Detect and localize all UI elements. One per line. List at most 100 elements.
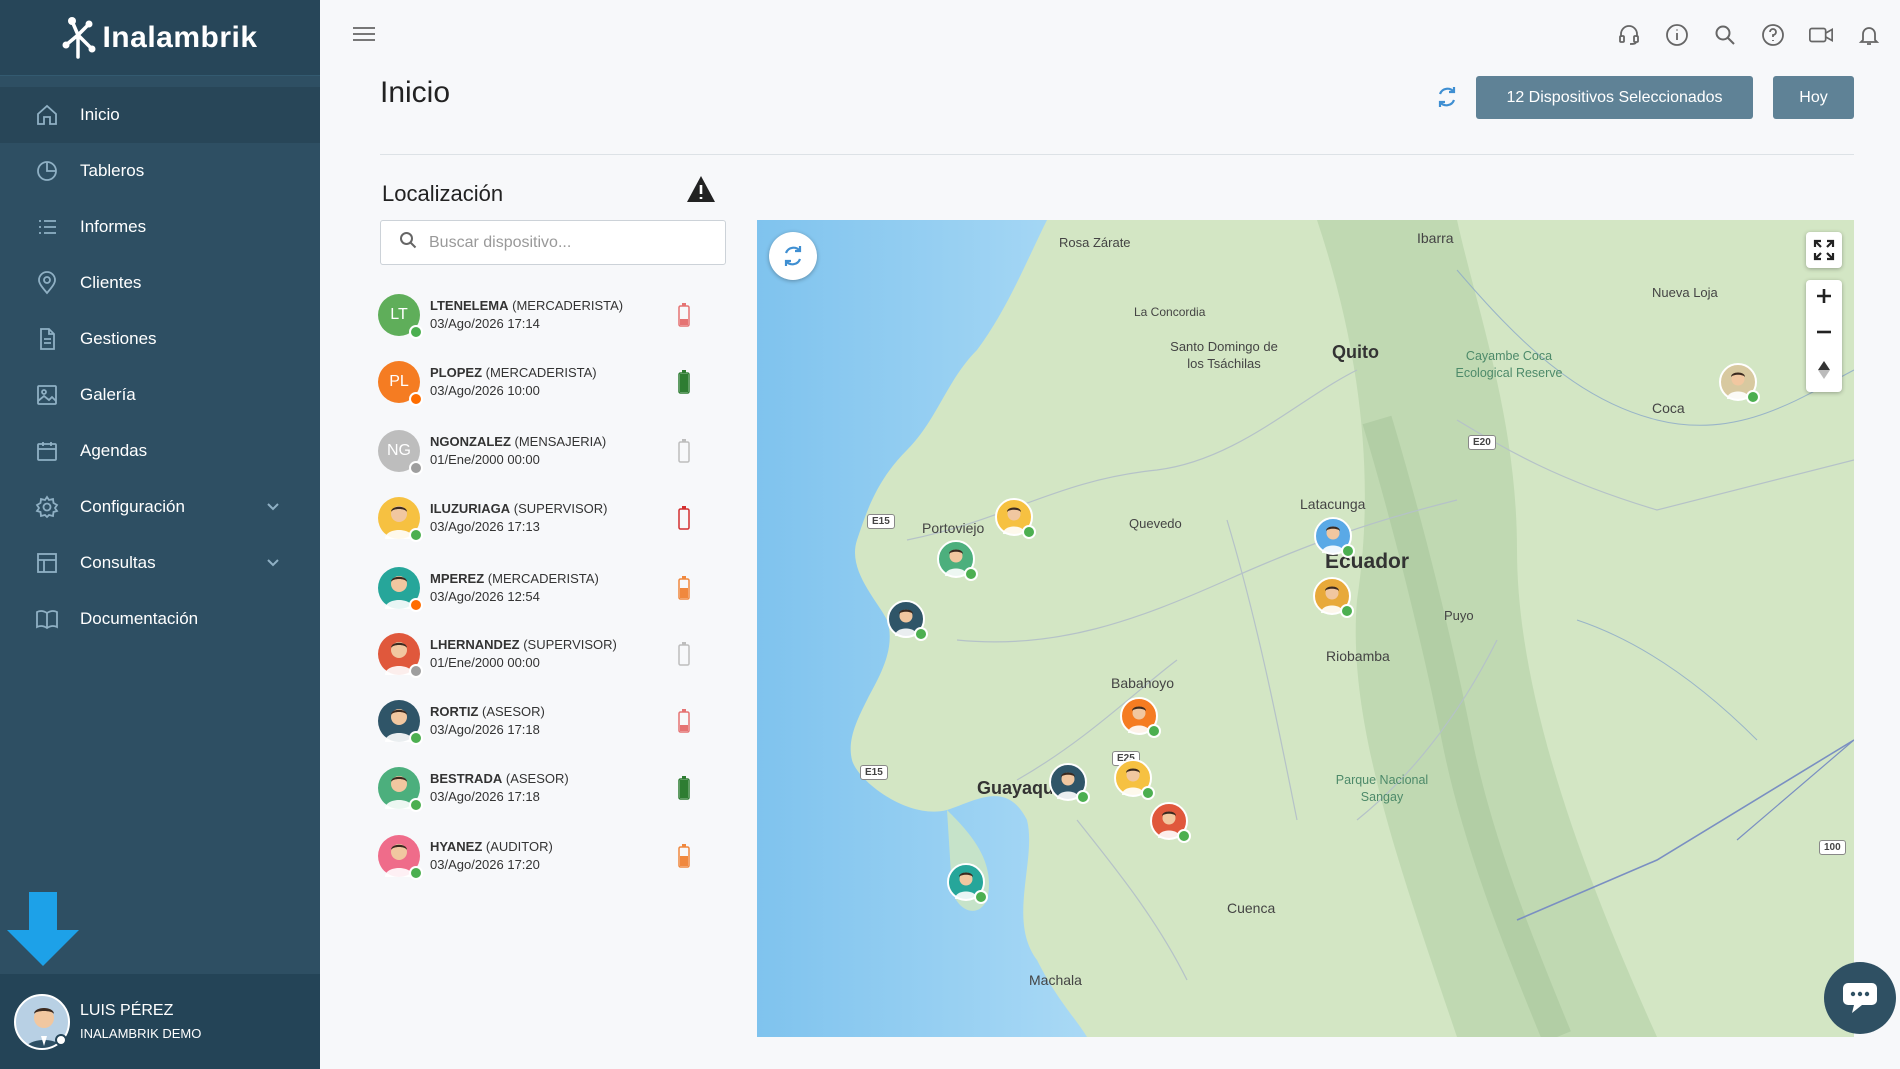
- chevron-down-icon[interactable]: [266, 499, 280, 519]
- sidebar-item-documentacion[interactable]: Documentación: [0, 591, 320, 647]
- today-button[interactable]: Hoy: [1773, 76, 1854, 119]
- device-date: 03/Ago/2026 12:54: [430, 589, 540, 604]
- sidebar-item-gestiones[interactable]: Gestiones: [0, 311, 320, 367]
- table-icon: [34, 550, 60, 576]
- fullscreen-icon[interactable]: [1806, 232, 1842, 268]
- device-name: PLOPEZ: [430, 365, 483, 380]
- sidebar-item-label: Tableros: [80, 161, 145, 180]
- map-pin[interactable]: [995, 498, 1036, 539]
- help-icon[interactable]: [1760, 22, 1786, 48]
- device-role: (ASESOR): [505, 771, 569, 786]
- warning-icon[interactable]: [686, 175, 716, 208]
- sidebar-item-consultas[interactable]: Consultas: [0, 535, 320, 591]
- list-item[interactable]: LHERNANDEZ (SUPERVISOR) 01/Ene/2000 00:00: [378, 629, 728, 679]
- battery-icon: [678, 303, 690, 332]
- device-search[interactable]: [380, 220, 726, 265]
- sidebar-item-informes[interactable]: Informes: [0, 199, 320, 255]
- device-date: 03/Ago/2026 17:20: [430, 857, 540, 872]
- map-pin[interactable]: [1150, 802, 1191, 843]
- zoom-out-icon[interactable]: [1815, 323, 1833, 346]
- map-label: Nueva Loja: [1652, 285, 1718, 300]
- map-pin[interactable]: [1719, 363, 1760, 404]
- selected-devices-button[interactable]: 12 Dispositivos Seleccionados: [1476, 76, 1753, 119]
- search-input[interactable]: [429, 233, 709, 252]
- device-date: 03/Ago/2026 10:00: [430, 383, 540, 398]
- avatar: PL: [378, 361, 423, 406]
- sidebar-item-label: Configuración: [80, 497, 185, 516]
- device-role: (MERCADERISTA): [485, 365, 597, 380]
- map-refresh-button[interactable]: [769, 232, 817, 280]
- compass-icon[interactable]: [1817, 360, 1831, 385]
- device-name: BESTRADA: [430, 771, 503, 786]
- menu-icon[interactable]: [352, 24, 376, 49]
- avatar: LT: [378, 294, 423, 339]
- avatar: [378, 633, 423, 678]
- map-label: Coca: [1652, 400, 1685, 416]
- list-item[interactable]: HYANEZ (AUDITOR) 03/Ago/2026 17:20: [378, 831, 728, 881]
- video-camera-icon[interactable]: [1808, 22, 1834, 48]
- map-label: Portoviejo: [922, 520, 985, 536]
- map-pin[interactable]: [947, 863, 988, 904]
- chat-button[interactable]: [1824, 962, 1896, 1034]
- device-date: 03/Ago/2026 17:18: [430, 789, 540, 804]
- device-date: 03/Ago/2026 17:18: [430, 722, 540, 737]
- status-dot: [409, 461, 423, 475]
- list-item[interactable]: MPEREZ (MERCADERISTA) 03/Ago/2026 12:54: [378, 563, 728, 613]
- divider: [380, 154, 1854, 155]
- document-icon: [34, 326, 60, 352]
- map-label: Parque Nacional Sangay: [1335, 773, 1429, 804]
- sidebar-item-label: Documentación: [80, 609, 199, 628]
- search-icon[interactable]: [1712, 22, 1738, 48]
- info-icon[interactable]: [1664, 22, 1690, 48]
- refresh-icon[interactable]: [1434, 84, 1460, 115]
- sidebar-item-inicio[interactable]: Inicio: [0, 87, 320, 143]
- support-headset-icon[interactable]: [1616, 22, 1642, 48]
- bell-icon[interactable]: [1856, 22, 1882, 48]
- map-label: Puyo: [1444, 608, 1474, 623]
- battery-icon: [678, 576, 690, 605]
- list-item[interactable]: NG NGONZALEZ (MENSAJERIA) 01/Ene/2000 00:…: [378, 426, 728, 476]
- sidebar-item-label: Gestiones: [80, 329, 157, 348]
- list-item[interactable]: BESTRADA (ASESOR) 03/Ago/2026 17:18: [378, 763, 728, 813]
- battery-icon: [678, 506, 690, 535]
- zoom-in-icon[interactable]: [1815, 287, 1833, 310]
- list-item[interactable]: RORTIZ (ASESOR) 03/Ago/2026 17:18: [378, 696, 728, 746]
- device-date: 01/Ene/2000 00:00: [430, 655, 540, 670]
- avatar: [378, 700, 423, 745]
- list-icon: [34, 214, 60, 240]
- map-pin[interactable]: [937, 540, 978, 581]
- sidebar-item-label: Agendas: [80, 441, 148, 460]
- sidebar-item-galeria[interactable]: Galería: [0, 367, 320, 423]
- map-pin[interactable]: [1120, 697, 1161, 738]
- sidebar-item-agendas[interactable]: Agendas: [0, 423, 320, 479]
- map-label: Santo Domingo de los Tsáchilas: [1170, 339, 1278, 371]
- sidebar-item-tableros[interactable]: Tableros: [0, 143, 320, 199]
- sidebar-item-clientes[interactable]: Clientes: [0, 255, 320, 311]
- status-dot: [409, 325, 423, 339]
- map-pin[interactable]: [887, 600, 928, 641]
- battery-icon: [678, 709, 690, 738]
- user-profile[interactable]: LUIS PÉREZ INALAMBRIK DEMO: [0, 974, 320, 1069]
- list-item[interactable]: PL PLOPEZ (MERCADERISTA) 03/Ago/2026 10:0…: [378, 357, 728, 407]
- chat-icon: [1843, 983, 1877, 1013]
- battery-icon: [678, 776, 690, 805]
- device-name: ILUZURIAGA: [430, 501, 511, 516]
- map-pin[interactable]: [1049, 763, 1090, 804]
- list-item[interactable]: LT LTENELEMA (MERCADERISTA) 03/Ago/2026 1…: [378, 290, 728, 340]
- sidebar-item-label: Consultas: [80, 553, 156, 572]
- map-pin[interactable]: [1314, 517, 1355, 558]
- sidebar-item-configuracion[interactable]: Configuración: [0, 479, 320, 535]
- map-pin[interactable]: [1313, 577, 1354, 618]
- road-badge: E15: [867, 514, 895, 529]
- chevron-down-icon[interactable]: [266, 555, 280, 575]
- map-view[interactable]: Rosa Zárate Ibarra Nueva Loja La Concord…: [757, 220, 1854, 1037]
- book-icon: [34, 606, 60, 632]
- list-item[interactable]: ILUZURIAGA (SUPERVISOR) 03/Ago/2026 17:13: [378, 493, 728, 543]
- road-badge: E15: [860, 765, 888, 780]
- brand-logo[interactable]: Inalambrik: [0, 0, 320, 76]
- map-label: Cuenca: [1227, 900, 1276, 916]
- road-badge: E20: [1468, 435, 1496, 450]
- map-pin[interactable]: [1114, 759, 1155, 800]
- map-label: Babahoyo: [1111, 675, 1175, 691]
- battery-icon: [678, 370, 690, 399]
